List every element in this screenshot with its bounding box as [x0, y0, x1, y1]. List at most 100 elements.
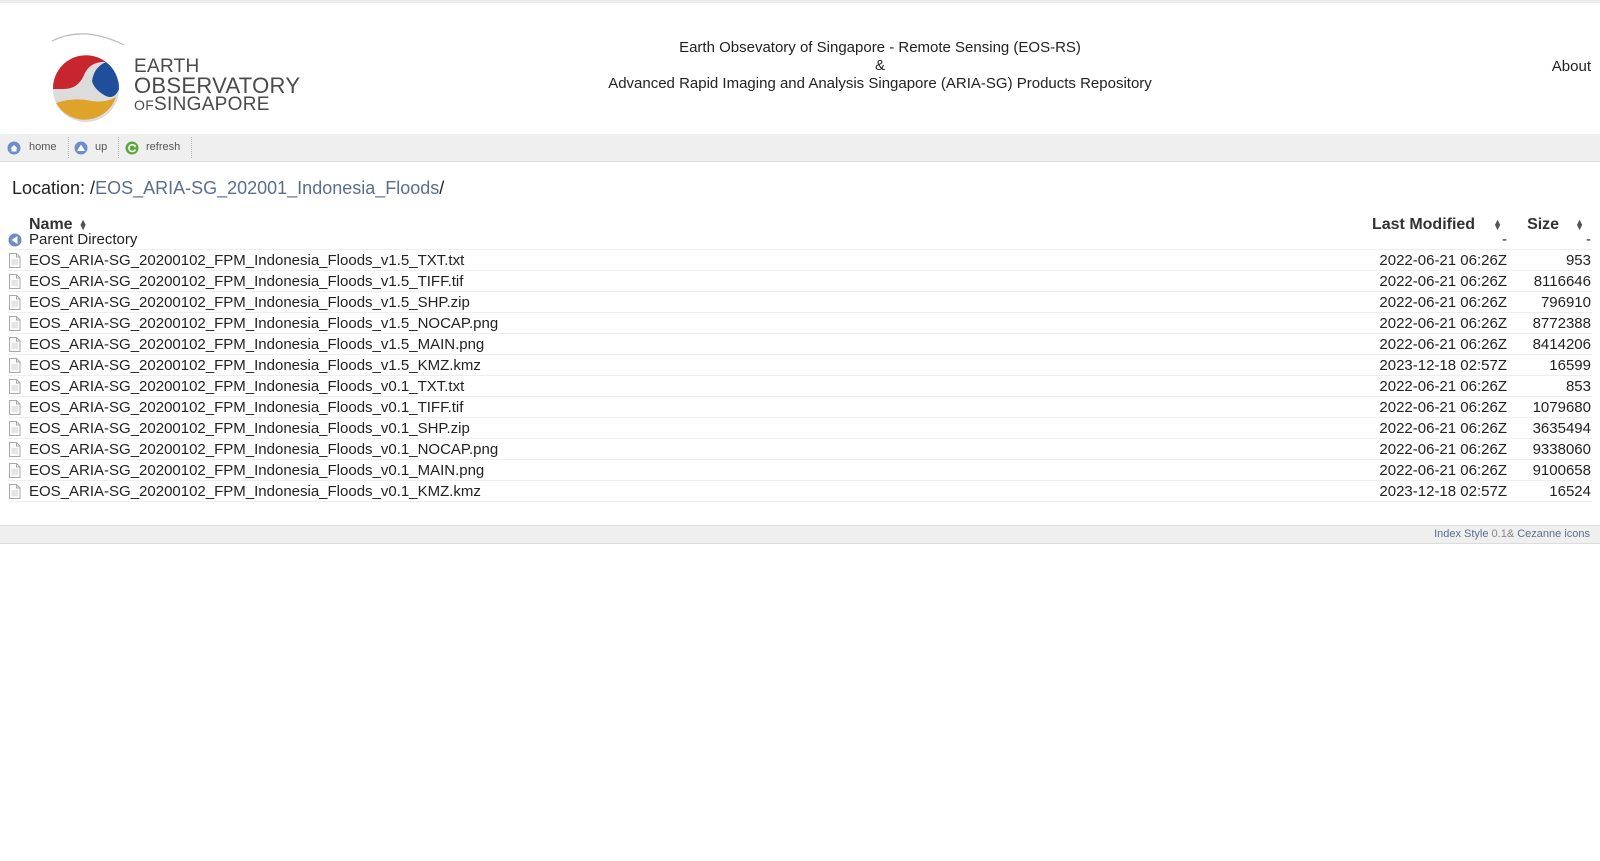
refresh-label: refresh: [146, 141, 181, 153]
page-footer: Index Style 0.1& Cezanne icons: [0, 525, 1600, 544]
file-name-link[interactable]: EOS_ARIA-SG_20200102_FPM_Indonesia_Flood…: [29, 355, 481, 376]
file-name-link[interactable]: Parent Directory: [29, 229, 137, 250]
file-icon: [9, 484, 21, 499]
toolbar-divider: [191, 137, 193, 158]
last-modified: 2022-06-21 06:26Z: [1379, 273, 1507, 290]
file-name-link[interactable]: EOS_ARIA-SG_20200102_FPM_Indonesia_Flood…: [29, 313, 498, 334]
file-row[interactable]: EOS_ARIA-SG_20200102_FPM_Indonesia_Flood…: [0, 376, 1600, 397]
file-name-link[interactable]: EOS_ARIA-SG_20200102_FPM_Indonesia_Flood…: [29, 271, 463, 292]
file-icon: [9, 379, 21, 394]
logo-line-observatory: OBSERVATORY: [134, 73, 301, 98]
file-size: -: [1586, 231, 1591, 248]
file-row[interactable]: EOS_ARIA-SG_20200102_FPM_Indonesia_Flood…: [0, 439, 1600, 460]
file-name-link[interactable]: EOS_ARIA-SG_20200102_FPM_Indonesia_Flood…: [29, 418, 470, 439]
file-row[interactable]: EOS_ARIA-SG_20200102_FPM_Indonesia_Flood…: [0, 397, 1600, 418]
toolbar: home up refresh: [0, 134, 1600, 162]
file-name-link[interactable]: EOS_ARIA-SG_20200102_FPM_Indonesia_Flood…: [29, 481, 481, 502]
file-row[interactable]: EOS_ARIA-SG_20200102_FPM_Indonesia_Flood…: [0, 418, 1600, 439]
file-icon: [9, 295, 21, 310]
title-line-3: Advanced Rapid Imaging and Analysis Sing…: [608, 75, 1152, 92]
file-name-link[interactable]: EOS_ARIA-SG_20200102_FPM_Indonesia_Flood…: [29, 397, 463, 418]
file-size: 3635494: [1532, 420, 1591, 437]
file-name-link[interactable]: EOS_ARIA-SG_20200102_FPM_Indonesia_Flood…: [29, 292, 470, 313]
file-size: 8772388: [1532, 315, 1591, 332]
file-row[interactable]: EOS_ARIA-SG_20200102_FPM_Indonesia_Flood…: [0, 334, 1600, 355]
file-size: 853: [1565, 378, 1591, 395]
last-modified: 2023-12-18 02:57Z: [1379, 357, 1507, 374]
eos-globe-icon: [51, 33, 125, 122]
up-label: up: [95, 141, 108, 153]
row-divider: [8, 501, 1592, 502]
last-modified: 2023-12-18 02:57Z: [1379, 483, 1507, 500]
home-button[interactable]: home: [7, 134, 65, 161]
location-breadcrumb: Location: /EOS_ARIA-SG_202001_Indonesia_…: [12, 178, 444, 199]
file-name-link[interactable]: EOS_ARIA-SG_20200102_FPM_Indonesia_Flood…: [29, 250, 464, 271]
file-icon: [9, 337, 21, 352]
logo-line-singapore: SINGAPORE: [154, 94, 270, 115]
file-size: 9338060: [1532, 441, 1591, 458]
file-row[interactable]: EOS_ARIA-SG_20200102_FPM_Indonesia_Flood…: [0, 271, 1600, 292]
file-size: 16524: [1549, 483, 1591, 500]
last-modified: 2022-06-21 06:26Z: [1379, 294, 1507, 311]
about-link[interactable]: About: [1552, 58, 1591, 75]
breadcrumb-folder-link[interactable]: EOS_ARIA-SG_202001_Indonesia_Floods: [95, 178, 439, 198]
file-row[interactable]: EOS_ARIA-SG_20200102_FPM_Indonesia_Flood…: [0, 292, 1600, 313]
last-modified: 2022-06-21 06:26Z: [1379, 420, 1507, 437]
file-icon: [9, 274, 21, 289]
file-name-link[interactable]: EOS_ARIA-SG_20200102_FPM_Indonesia_Flood…: [29, 460, 484, 481]
last-modified: 2022-06-21 06:26Z: [1379, 252, 1507, 269]
refresh-icon: [125, 141, 139, 155]
last-modified: 2022-06-21 06:26Z: [1379, 441, 1507, 458]
file-icon: [9, 400, 21, 415]
last-modified: 2022-06-21 06:26Z: [1379, 336, 1507, 353]
logo-line-of: OF: [134, 97, 155, 113]
file-row[interactable]: EOS_ARIA-SG_20200102_FPM_Indonesia_Flood…: [0, 460, 1600, 481]
file-icon: [9, 316, 21, 331]
file-row[interactable]: EOS_ARIA-SG_20200102_FPM_Indonesia_Flood…: [0, 313, 1600, 334]
footer-credits: Index Style 0.1& Cezanne icons: [1434, 528, 1590, 540]
footer-version: 0.1&: [1488, 528, 1515, 540]
file-name-link[interactable]: EOS_ARIA-SG_20200102_FPM_Indonesia_Flood…: [29, 439, 498, 460]
file-size: 1079680: [1532, 399, 1591, 416]
last-modified: 2022-06-21 06:26Z: [1379, 378, 1507, 395]
file-name-link[interactable]: EOS_ARIA-SG_20200102_FPM_Indonesia_Flood…: [29, 334, 484, 355]
title-line-1: Earth Obsevatory of Singapore - Remote S…: [679, 39, 1081, 56]
file-size: 9100658: [1532, 462, 1591, 479]
file-row[interactable]: EOS_ARIA-SG_20200102_FPM_Indonesia_Flood…: [0, 481, 1600, 502]
file-icon: [9, 253, 21, 268]
toolbar-divider: [118, 137, 120, 158]
parent-directory-row[interactable]: Parent Directory - -: [0, 229, 1600, 250]
file-size: 8414206: [1532, 336, 1591, 353]
file-icon: [9, 463, 21, 478]
up-button[interactable]: up: [74, 134, 114, 161]
last-modified: 2022-06-21 06:26Z: [1379, 462, 1507, 479]
last-modified: -: [1502, 231, 1507, 248]
file-size: 796910: [1540, 294, 1591, 311]
file-size: 16599: [1549, 357, 1591, 374]
location-label: Location: /: [12, 178, 96, 198]
file-row[interactable]: EOS_ARIA-SG_20200102_FPM_Indonesia_Flood…: [0, 250, 1600, 271]
index-style-link[interactable]: Index Style: [1434, 528, 1488, 540]
page-title: Earth Obsevatory of Singapore - Remote S…: [540, 39, 1220, 93]
last-modified: 2022-06-21 06:26Z: [1379, 399, 1507, 416]
toolbar-divider: [68, 137, 70, 158]
logo-wordmark: EARTH OBSERVATORY OFSINGAPORE: [134, 57, 300, 115]
file-icon: [9, 442, 21, 457]
eos-logo[interactable]: EARTH OBSERVATORY OFSINGAPORE: [44, 31, 300, 127]
back-arrow-icon: [8, 233, 22, 247]
file-row[interactable]: EOS_ARIA-SG_20200102_FPM_Indonesia_Flood…: [0, 355, 1600, 376]
up-arrow-icon: [74, 141, 88, 155]
file-size: 8116646: [1533, 273, 1591, 290]
title-line-2: &: [874, 57, 885, 74]
file-name-link[interactable]: EOS_ARIA-SG_20200102_FPM_Indonesia_Flood…: [29, 376, 464, 397]
refresh-button[interactable]: refresh: [125, 134, 185, 161]
home-label: home: [29, 141, 57, 153]
file-size: 953: [1565, 252, 1591, 269]
file-icon: [9, 421, 21, 436]
cezanne-icons-link[interactable]: Cezanne icons: [1514, 528, 1590, 540]
site-header: EARTH OBSERVATORY OFSINGAPORE Earth Obse…: [0, 3, 1600, 136]
last-modified: 2022-06-21 06:26Z: [1379, 315, 1507, 332]
file-icon: [9, 358, 21, 373]
home-icon: [7, 141, 21, 155]
location-trail: /: [439, 178, 445, 198]
